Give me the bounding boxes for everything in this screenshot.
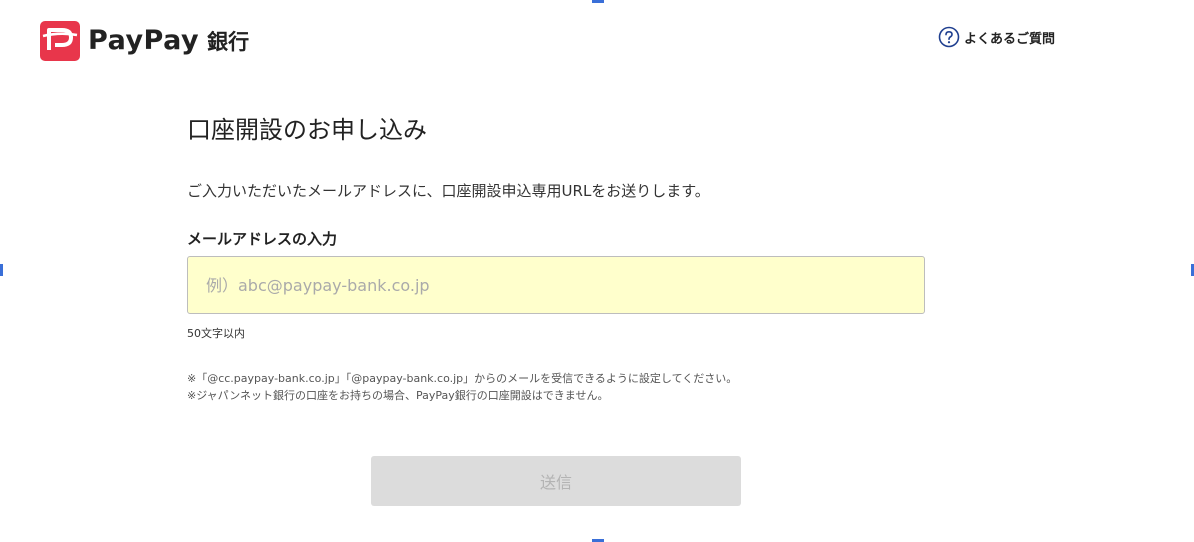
note-domain-whitelist: ※「@cc.paypay-bank.co.jp」「@paypay-bank.co…: [187, 372, 738, 385]
logo-wordmark: PayPay: [88, 25, 200, 56]
faq-label: よくあるご質問: [964, 31, 1056, 47]
email-field-label: メールアドレスの入力: [187, 230, 338, 248]
char-limit-hint: 50文字以内: [187, 327, 245, 340]
frame-marker-top: [592, 0, 604, 3]
faq-link[interactable]: よくあるご質問: [938, 26, 1055, 48]
email-input[interactable]: [187, 256, 925, 314]
logo-bank-label: 銀行: [207, 30, 250, 54]
paypay-logo-icon: [40, 21, 80, 61]
site-header: PayPay 銀行 よくあるご質問: [0, 0, 1194, 80]
paypay-bank-logo[interactable]: PayPay 銀行: [40, 20, 249, 62]
lead-text: ご入力いただいたメールアドレスに、口座開設申込専用URLをお送りします。: [187, 182, 710, 200]
notes: ※「@cc.paypay-bank.co.jp」「@paypay-bank.co…: [187, 370, 737, 404]
question-circle-icon: [938, 26, 960, 48]
note-japannet-account: ※ジャパンネット銀行の口座をお持ちの場合、PayPay銀行の口座開設はできません…: [187, 389, 609, 402]
page-title: 口座開設のお申し込み: [187, 116, 427, 144]
frame-marker-left: [0, 264, 3, 276]
submit-button[interactable]: 送信: [371, 456, 741, 506]
